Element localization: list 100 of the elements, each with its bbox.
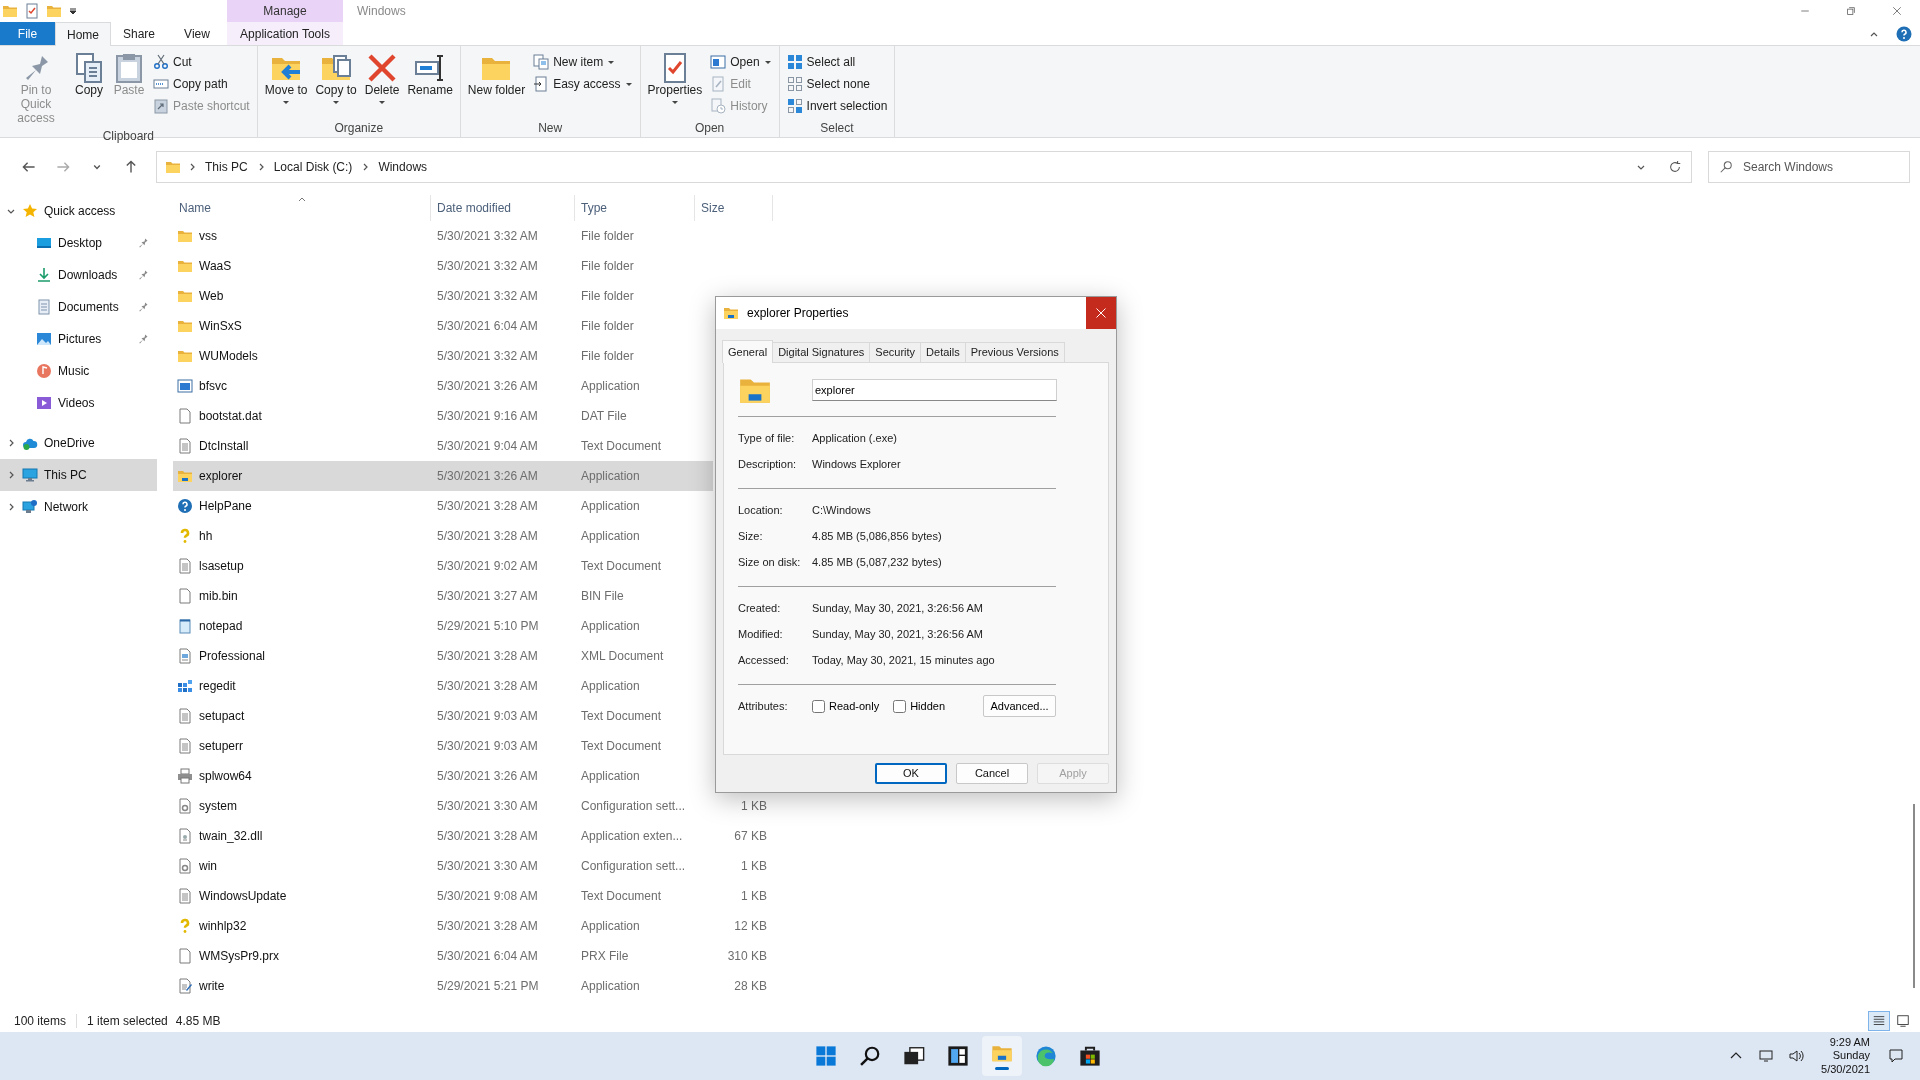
nav-item[interactable]: Videos	[0, 387, 157, 419]
close-button[interactable]	[1086, 297, 1116, 329]
selection-count: 1 item selected	[87, 1013, 168, 1030]
file-type: BIN File	[581, 589, 624, 603]
file-date: 5/30/2021 6:04 AM	[437, 949, 538, 963]
column-header[interactable]: Size	[695, 195, 773, 221]
nav-item[interactable]: Documents	[0, 291, 157, 323]
file-row[interactable]: mib.bin 5/30/2021 3:27 AM BIN File	[173, 581, 713, 611]
document-icon	[177, 408, 193, 424]
file-row[interactable]: win 5/30/2021 3:30 AM Configuration sett... 1 KB	[173, 851, 773, 881]
clock[interactable]: 9:29 AM Sunday 5/30/2021	[1815, 1035, 1876, 1077]
ribbon-button[interactable]: Properties	[644, 50, 706, 119]
task-view-icon	[903, 1045, 925, 1067]
search-icon	[859, 1045, 881, 1067]
column-header[interactable]: Type	[575, 195, 695, 221]
search-box[interactable]: Search Windows	[1708, 150, 1910, 183]
scrollbar-thumb[interactable]	[1913, 803, 1915, 988]
breadcrumb[interactable]: Local Disk (C:)	[271, 157, 355, 176]
file-row[interactable]: WindowsUpdate 5/30/2021 9:08 AM Text Document 1 KB	[173, 881, 773, 911]
nav-item[interactable]: Quick access	[0, 195, 157, 227]
nav-item[interactable]: Pictures	[0, 323, 157, 355]
dialog-tab[interactable]: General	[722, 340, 774, 363]
search-field[interactable]: Search Windows	[1741, 156, 1891, 177]
ribbon-button[interactable]: Copy	[70, 50, 108, 128]
file-date: 5/30/2021 3:30 AM	[437, 799, 538, 813]
file-name-field[interactable]: explorer	[812, 379, 1057, 401]
nav-item[interactable]: Downloads	[0, 259, 157, 291]
nav-item[interactable]: Music	[0, 355, 157, 387]
file-row[interactable]: setuperr 5/30/2021 9:03 AM Text Document	[173, 731, 713, 761]
nav-item[interactable]: Desktop	[0, 227, 157, 259]
file-date: 5/29/2021 5:21 PM	[437, 979, 539, 993]
nav-item[interactable]: Network	[0, 491, 157, 523]
app-window-icon	[177, 378, 193, 394]
ribbon-tab[interactable]: Home	[55, 22, 111, 46]
file-row[interactable]: bootstat.dat 5/30/2021 9:16 AM DAT File	[173, 401, 713, 431]
ribbon-tab[interactable]: File	[0, 22, 55, 45]
file-row[interactable]: WMSysPr9.prx 5/30/2021 6:04 AM PRX File 310 KB	[173, 941, 773, 971]
file-row[interactable]: twain_32.dll 5/30/2021 3:28 AM Application exten... 67 KB	[173, 821, 773, 851]
view-button[interactable]	[1868, 1011, 1890, 1031]
file-row[interactable]: WUModels 5/30/2021 3:32 AM File folder	[173, 341, 713, 371]
property-label: Created:	[738, 600, 782, 616]
file-row[interactable]: regedit 5/30/2021 3:28 AM Application	[173, 671, 713, 701]
file-row[interactable]: hh 5/30/2021 3:28 AM Application	[173, 521, 713, 551]
message-icon	[1888, 1048, 1904, 1064]
file-row[interactable]: system 5/30/2021 3:30 AM Configuration sett... 1 KB	[173, 791, 773, 821]
widgets-icon	[947, 1045, 969, 1067]
ribbon-button[interactable]: Select none	[783, 74, 891, 94]
history-icon	[710, 98, 727, 114]
dialog-tab[interactable]: Previous Versions	[964, 342, 1065, 362]
window-title: Windows	[356, 3, 406, 20]
file-row[interactable]: WaaS 5/30/2021 3:32 AM File folder	[173, 251, 713, 281]
file-row[interactable]: vss 5/30/2021 3:32 AM File folder	[173, 221, 713, 251]
ribbon-button[interactable]: New folder	[464, 50, 529, 119]
file-row[interactable]: write 5/29/2021 5:21 PM Application 28 KB	[173, 971, 773, 1001]
advanced-button[interactable]: Advanced...	[983, 695, 1056, 717]
file-type: File folder	[581, 289, 634, 303]
file-row[interactable]: bfsvc 5/30/2021 3:26 AM Application	[173, 371, 713, 401]
computer-icon	[22, 467, 38, 483]
nav-item[interactable]: This PC	[0, 459, 157, 491]
address-bar[interactable]: This PC Local Disk (C:) Windows	[156, 150, 1692, 183]
video-icon	[36, 395, 52, 411]
file-row[interactable]: explorer 5/30/2021 3:26 AM Application	[173, 461, 713, 491]
file-row[interactable]: winhlp32 5/30/2021 3:28 AM Application 12 KB	[173, 911, 773, 941]
ribbon-button[interactable]: Rename	[404, 50, 456, 119]
document-icon	[177, 588, 193, 604]
breadcrumb[interactable]: Windows	[376, 157, 430, 176]
dialog-button[interactable]: Cancel	[956, 763, 1028, 784]
settings-file-icon	[177, 798, 193, 814]
checkbox[interactable]	[812, 699, 825, 713]
dialog-button[interactable]: OK	[875, 763, 947, 784]
column-header[interactable]: Name	[173, 195, 431, 221]
column-header[interactable]: Date modified	[431, 195, 575, 221]
file-row[interactable]: splwow64 5/30/2021 3:26 AM Application	[173, 761, 713, 791]
file-row[interactable]: HelpPane 5/30/2021 3:28 AM Application	[173, 491, 713, 521]
file-row[interactable]: Professional 5/30/2021 3:28 AM XML Document	[173, 641, 713, 671]
file-row[interactable]: DtcInstall 5/30/2021 9:04 AM Text Document	[173, 431, 713, 461]
folder-icon	[2, 3, 18, 19]
checkbox[interactable]	[893, 699, 907, 713]
start-icon	[815, 1045, 837, 1067]
file-row[interactable]: Web 5/30/2021 3:32 AM File folder	[173, 281, 713, 311]
ribbon-button[interactable]: Move to	[261, 50, 311, 119]
ribbon-button[interactable]: Cut	[150, 52, 253, 72]
ribbon-button[interactable]: Invert selection	[783, 96, 891, 116]
breadcrumb[interactable]: This PC	[203, 157, 250, 176]
ribbon-button[interactable]: New item	[530, 52, 636, 72]
ribbon-button[interactable]: Delete	[361, 50, 403, 119]
file-row[interactable]: WinSxS 5/30/2021 6:04 AM File folder	[173, 311, 713, 341]
file-type: PRX File	[581, 949, 629, 963]
file-name: splwow64	[199, 768, 252, 785]
ribbon-button[interactable]: Open	[707, 52, 775, 72]
file-row[interactable]: setupact 5/30/2021 9:03 AM Text Document	[173, 701, 713, 731]
ribbon-button[interactable]: Select all	[783, 52, 891, 72]
ribbon-button[interactable]: Easy access	[530, 74, 636, 94]
nav-item[interactable]: OneDrive	[0, 427, 157, 459]
file-row[interactable]: lsasetup 5/30/2021 9:02 AM Text Document	[173, 551, 713, 581]
ribbon-button[interactable]: Copy to	[312, 50, 360, 119]
ribbon-button[interactable]: Copy path	[150, 74, 253, 94]
file-row[interactable]: notepad 5/29/2021 5:10 PM Application	[173, 611, 713, 641]
ribbon-tab[interactable]: Application Tools	[227, 22, 343, 45]
clock-date: 5/30/2021	[1821, 1062, 1870, 1076]
